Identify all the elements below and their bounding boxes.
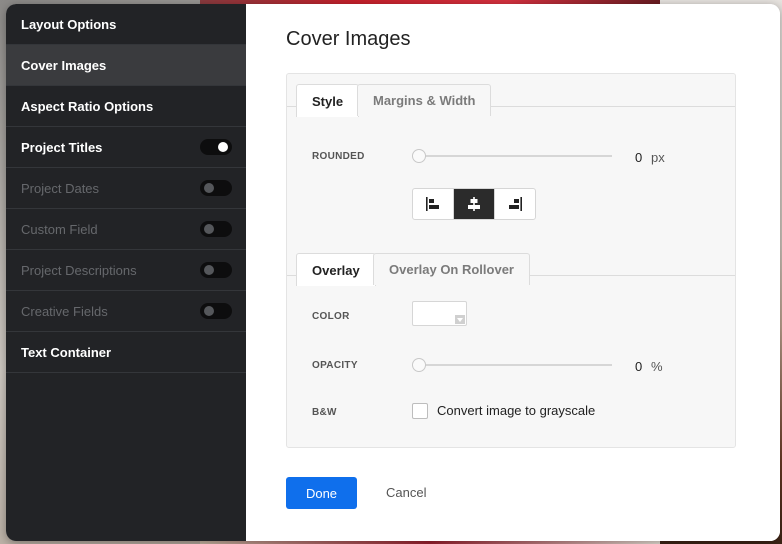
sidebar-item-label: Project Descriptions	[21, 262, 137, 278]
slider-thumb[interactable]	[412, 149, 426, 163]
sidebar-item-label: Custom Field	[21, 221, 98, 237]
opacity-unit: %	[651, 359, 663, 374]
creative-fields-toggle[interactable]	[200, 303, 232, 319]
align-left-icon	[426, 197, 439, 211]
options-panel: Style Margins & Width ROUNDED 0 px Overl…	[286, 73, 736, 448]
project-descriptions-toggle[interactable]	[200, 262, 232, 278]
sidebar-item-layout-options[interactable]: Layout Options	[6, 4, 246, 45]
rounded-slider[interactable]	[412, 149, 612, 163]
main-content: Cover Images Style Margins & Width ROUND…	[246, 4, 780, 541]
sidebar-item-label: Text Container	[21, 344, 112, 360]
sidebar-item-label: Cover Images	[21, 57, 107, 73]
sidebar-item-cover-images[interactable]: Cover Images	[6, 45, 246, 86]
color-picker[interactable]	[412, 301, 467, 326]
color-label: COLOR	[312, 311, 350, 322]
sidebar-item-project-titles[interactable]: Project Titles	[6, 127, 246, 168]
align-center-icon	[468, 197, 480, 211]
project-dates-toggle[interactable]	[200, 180, 232, 196]
toggle-knob	[218, 142, 228, 152]
sidebar-item-project-dates[interactable]: Project Dates	[6, 168, 246, 209]
chevron-down-icon	[455, 315, 465, 324]
toggle-knob	[204, 306, 214, 316]
align-right-button[interactable]	[494, 189, 535, 219]
sidebar-item-aspect-ratio-options[interactable]: Aspect Ratio Options	[6, 86, 246, 127]
tab-overlay[interactable]: Overlay	[296, 253, 376, 286]
slider-track	[412, 155, 612, 157]
align-right-icon	[509, 197, 522, 211]
rounded-label: ROUNDED	[312, 151, 365, 162]
sidebar: Layout Options Cover Images Aspect Ratio…	[6, 4, 246, 541]
sidebar-item-label: Aspect Ratio Options	[21, 98, 154, 114]
toggle-knob	[204, 183, 214, 193]
project-titles-toggle[interactable]	[200, 139, 232, 155]
rounded-value: 0	[635, 150, 643, 165]
opacity-value: 0	[635, 359, 643, 374]
tab-margins-width[interactable]: Margins & Width	[357, 84, 492, 116]
opacity-slider[interactable]	[412, 358, 612, 372]
grayscale-checkbox[interactable]	[412, 403, 428, 419]
sidebar-item-creative-fields[interactable]: Creative Fields	[6, 291, 246, 332]
sidebar-item-custom-field[interactable]: Custom Field	[6, 209, 246, 250]
toggle-knob	[204, 265, 214, 275]
toggle-knob	[204, 224, 214, 234]
sidebar-item-label: Project Titles	[21, 139, 103, 155]
alignment-button-group	[412, 188, 536, 220]
tab-style[interactable]: Style	[296, 84, 360, 117]
overlay-tab-bar: Overlay Overlay On Rollover	[287, 243, 735, 286]
slider-thumb[interactable]	[412, 358, 426, 372]
opacity-label: OPACITY	[312, 360, 358, 371]
grayscale-checkbox-label[interactable]: Convert image to grayscale	[437, 403, 595, 418]
sidebar-item-label: Creative Fields	[21, 303, 108, 319]
style-tab-bar: Style Margins & Width	[287, 74, 735, 117]
align-center-button[interactable]	[453, 189, 494, 219]
custom-field-toggle[interactable]	[200, 221, 232, 237]
align-left-button[interactable]	[413, 189, 453, 219]
settings-modal: Layout Options Cover Images Aspect Ratio…	[6, 4, 780, 541]
page-title: Cover Images	[286, 28, 411, 50]
rounded-unit: px	[651, 150, 665, 165]
bw-label: B&W	[312, 407, 337, 418]
sidebar-item-text-container[interactable]: Text Container	[6, 332, 246, 373]
cancel-button[interactable]: Cancel	[386, 485, 426, 500]
tab-overlay-on-rollover[interactable]: Overlay On Rollover	[373, 253, 530, 285]
slider-track	[412, 364, 612, 366]
sidebar-item-label: Project Dates	[21, 180, 100, 196]
sidebar-item-project-descriptions[interactable]: Project Descriptions	[6, 250, 246, 291]
sidebar-item-label: Layout Options	[21, 16, 117, 32]
done-button[interactable]: Done	[286, 477, 357, 509]
